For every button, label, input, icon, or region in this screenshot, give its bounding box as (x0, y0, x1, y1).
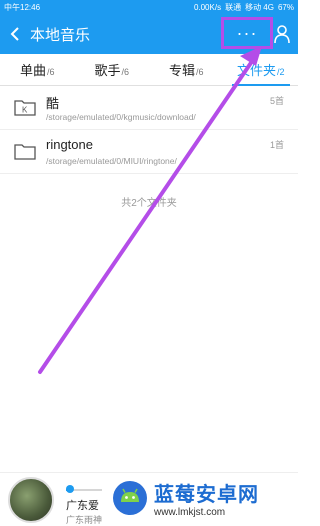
folder-icon (14, 144, 36, 160)
folder-name: 酷 (46, 96, 60, 111)
watermark: 蓝莓安卓网 www.lmkjst.com (112, 470, 298, 526)
tab-albums[interactable]: 专辑/6 (149, 54, 224, 85)
status-time: 中午12:46 (4, 2, 41, 12)
watermark-url: www.lmkjst.com (154, 507, 226, 518)
chevron-left-icon (10, 27, 19, 41)
svg-text:K: K (22, 106, 28, 115)
folder-path: /storage/emulated/0/MIUI/ringtone/ (46, 156, 177, 166)
folder-song-count: 1首 (269, 140, 284, 150)
carrier-1: 联通 (225, 2, 242, 12)
status-bar: 中午12:46 0.00K/s 联通 移动 4G 67% (0, 0, 298, 14)
kugou-folder-icon: K (14, 100, 36, 116)
song-title: 广东爱 (66, 500, 99, 512)
tab-bar: 单曲/6 歌手/6 专辑/6 文件夹/2 (0, 54, 298, 86)
tab-artists[interactable]: 歌手/6 (75, 54, 150, 85)
progress-knob[interactable] (66, 485, 74, 493)
user-icon[interactable] (272, 24, 292, 44)
tab-folders[interactable]: 文件夹/2 (224, 54, 299, 86)
folder-song-count: 5首 (269, 96, 284, 106)
app-bar: 本地音乐 ··· (0, 14, 298, 54)
more-options-button[interactable]: ··· (221, 17, 273, 49)
tab-songs[interactable]: 单曲/6 (0, 54, 75, 85)
carrier-2: 移动 4G (245, 2, 274, 12)
battery-level: 67% (277, 2, 294, 12)
folder-path: /storage/emulated/0/kgmusic/download/ (46, 112, 196, 122)
artist-name: 广东雨神 (66, 515, 103, 525)
more-icon: ··· (236, 22, 258, 43)
folder-row-ringtone[interactable]: ringtone /storage/emulated/0/MIUI/ringto… (0, 130, 298, 174)
network-speed: 0.00K/s (193, 2, 222, 12)
watermark-title: 蓝莓安卓网 (154, 484, 259, 506)
android-logo-icon (113, 481, 147, 515)
folder-name: ringtone (46, 137, 93, 152)
folder-count-note: 共2个文件夹 (121, 198, 177, 209)
back-button[interactable] (0, 14, 30, 54)
album-art[interactable] (8, 477, 54, 523)
folder-row-kgmusic[interactable]: K 酷 /storage/emulated/0/kgmusic/download… (0, 86, 298, 130)
